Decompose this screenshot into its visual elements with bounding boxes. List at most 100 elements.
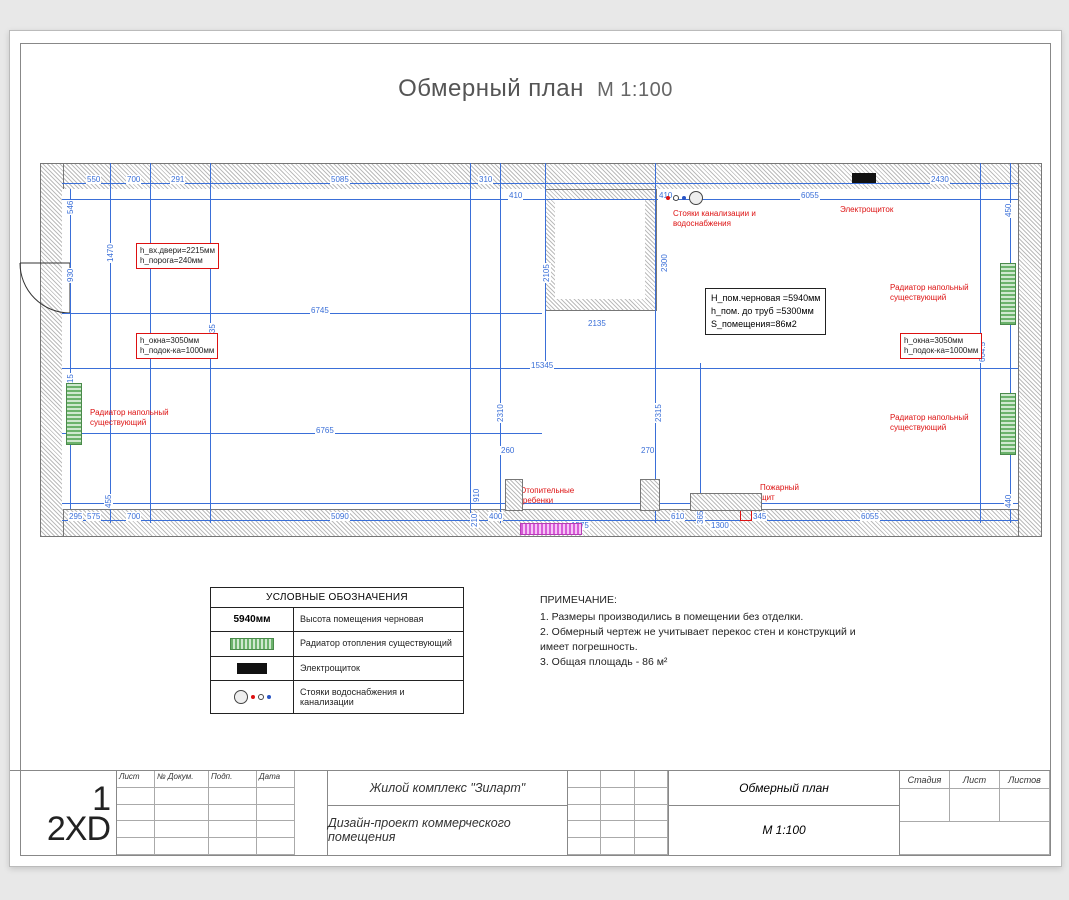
sheet-info-grid: Стадия Лист Листов xyxy=(900,770,1051,856)
pipes-icon xyxy=(234,690,271,704)
wall-left xyxy=(40,163,64,537)
dim-line xyxy=(70,189,71,509)
note-line: h_вх.двери=2215мм xyxy=(140,246,215,256)
note-box-window-r: h_окна=3050мм h_подок-ка=1000мм xyxy=(900,333,982,359)
dim-label: 450 xyxy=(1004,203,1013,218)
dim-label: 295 xyxy=(68,512,83,521)
rev-hdr: Лист xyxy=(117,771,155,788)
dim-label: 291 xyxy=(170,175,185,184)
dim-label: 15345 xyxy=(530,361,554,370)
title-block: 1 2XD Лист № Докум. Подп. Дата Жилой ком… xyxy=(10,770,1051,856)
sheet-hdr: Лист xyxy=(950,771,1000,789)
central-shaft-void xyxy=(555,199,645,299)
note-line: h_порога=240мм xyxy=(140,256,215,266)
dim-label: 910 xyxy=(472,488,481,503)
dim-label: 575 xyxy=(86,512,101,521)
partition xyxy=(640,479,660,511)
radiator-icon xyxy=(1000,263,1016,325)
sheet-hdr: Листов xyxy=(1000,771,1050,789)
dim-label: 1470 xyxy=(106,243,115,263)
legend-text: Высота помещения черновая xyxy=(294,608,463,631)
note-box-door: h_вх.двери=2215мм h_порога=240мм xyxy=(136,243,219,269)
wall-top xyxy=(40,163,1042,191)
dim-label: 930 xyxy=(66,268,75,283)
sheet-hdr: Стадия xyxy=(900,771,950,789)
dim-label: 2300 xyxy=(660,253,669,273)
note-line: h_подок-ка=1000мм xyxy=(904,346,978,356)
room-info-box: H_пом.черновая =5940мм h_пом. до труб =5… xyxy=(705,288,826,335)
project-line2: Дизайн-проект коммерческого помещения xyxy=(328,806,567,855)
rev-hdr: Дата xyxy=(257,771,295,788)
dim-label: 700 xyxy=(126,175,141,184)
floor-plan: 550 700 291 5085 310 410 410 2300 6055 2… xyxy=(40,133,1040,545)
legend-text: Электрощиток xyxy=(294,657,463,680)
dim-label: 345 xyxy=(752,512,767,521)
dim-line xyxy=(62,183,1018,184)
pipes-icon xyxy=(666,191,703,205)
entry-door-icon xyxy=(10,253,100,343)
wall-right xyxy=(1018,163,1042,537)
title-text: Обмерный план xyxy=(398,75,584,102)
notes-title: ПРИМЕЧАНИЕ: xyxy=(540,593,870,608)
dim-label: 455 xyxy=(104,494,113,509)
radiator-icon xyxy=(1000,393,1016,455)
legend-title: УСЛОВНЫЕ ОБОЗНАЧЕНИЯ xyxy=(211,588,463,608)
partition xyxy=(690,493,762,511)
label-fire-cabinet: Пожарный щит xyxy=(760,483,810,503)
note-line: 3. Общая площадь - 86 м² xyxy=(540,655,870,670)
label-radiator-bl: Радиатор напольный существующий xyxy=(90,408,170,428)
dim-line xyxy=(110,163,111,523)
dim-label: 1300 xyxy=(710,521,730,530)
info-line: S_помещения=86м2 xyxy=(711,318,820,331)
legend-symbol-height: 5940мм xyxy=(233,614,270,625)
label-pipes: Стояки канализации и водоснабжения xyxy=(673,209,768,229)
dim-line xyxy=(500,163,501,523)
legend-text: Радиатор отопления существующий xyxy=(294,632,463,656)
dim-label: 310 xyxy=(478,175,493,184)
dim-label: 2310 xyxy=(496,403,505,423)
dim-label: 410 xyxy=(508,191,523,200)
elec-panel-icon xyxy=(237,663,267,674)
drawing-scale: М 1:100 xyxy=(669,806,899,855)
dim-line xyxy=(470,163,471,523)
note-line: h_окна=3050мм xyxy=(140,336,214,346)
legend-text: Стояки водоснабжения и канализации xyxy=(294,681,463,713)
drawing-name: Обмерный план xyxy=(669,771,899,806)
dim-label: 210 xyxy=(470,513,479,528)
dim-label: 400 xyxy=(488,512,503,521)
note-line: 2. Обмерный чертеж не учитывает перекос … xyxy=(540,625,870,655)
dim-label: 2315 xyxy=(654,403,663,423)
drawing-name-block: Обмерный план М 1:100 xyxy=(669,770,900,856)
dim-label: 2135 xyxy=(587,319,607,328)
revision-grid: Лист № Докум. Подп. Дата xyxy=(116,770,328,856)
radiator-icon xyxy=(66,383,82,445)
rev-hdr: Подп. xyxy=(209,771,257,788)
title-scale: М 1:100 xyxy=(597,79,673,101)
dim-label: 610 xyxy=(670,512,685,521)
radiator-icon xyxy=(230,638,274,650)
stamp-grid xyxy=(568,770,669,856)
partition xyxy=(505,479,523,511)
rev-hdr: № Докум. xyxy=(155,771,209,788)
legend-row: Стояки водоснабжения и канализации xyxy=(211,681,463,713)
legend: УСЛОВНЫЕ ОБОЗНАЧЕНИЯ 5940мм Высота помещ… xyxy=(210,587,464,714)
dim-label: 6055 xyxy=(800,191,820,200)
note-line: h_подок-ка=1000мм xyxy=(140,346,214,356)
dim-label: 260 xyxy=(500,446,515,455)
dim-label: 550 xyxy=(86,175,101,184)
info-line: H_пом.черновая =5940мм xyxy=(711,292,820,305)
logo-line: 2XD xyxy=(47,810,110,848)
label-radiator-br: Радиатор напольный существующий xyxy=(890,413,970,433)
note-box-window-l: h_окна=3050мм h_подок-ка=1000мм xyxy=(136,333,218,359)
legend-row: 5940мм Высота помещения черновая xyxy=(211,608,463,632)
note-line: h_окна=3050мм xyxy=(904,336,978,346)
dim-label: 5085 xyxy=(330,175,350,184)
dim-line xyxy=(655,163,656,523)
dim-label: 6765 xyxy=(315,426,335,435)
drawing-sheet: Обмерный план М 1:100 xyxy=(9,30,1062,867)
dim-label: 270 xyxy=(640,446,655,455)
label-elec: Электрощиток xyxy=(840,205,893,215)
project-line1: Жилой комплекс "Зиларт" xyxy=(328,771,567,806)
label-radiator-tr: Радиатор напольный существующий xyxy=(890,283,970,303)
dim-label: 6055 xyxy=(860,512,880,521)
